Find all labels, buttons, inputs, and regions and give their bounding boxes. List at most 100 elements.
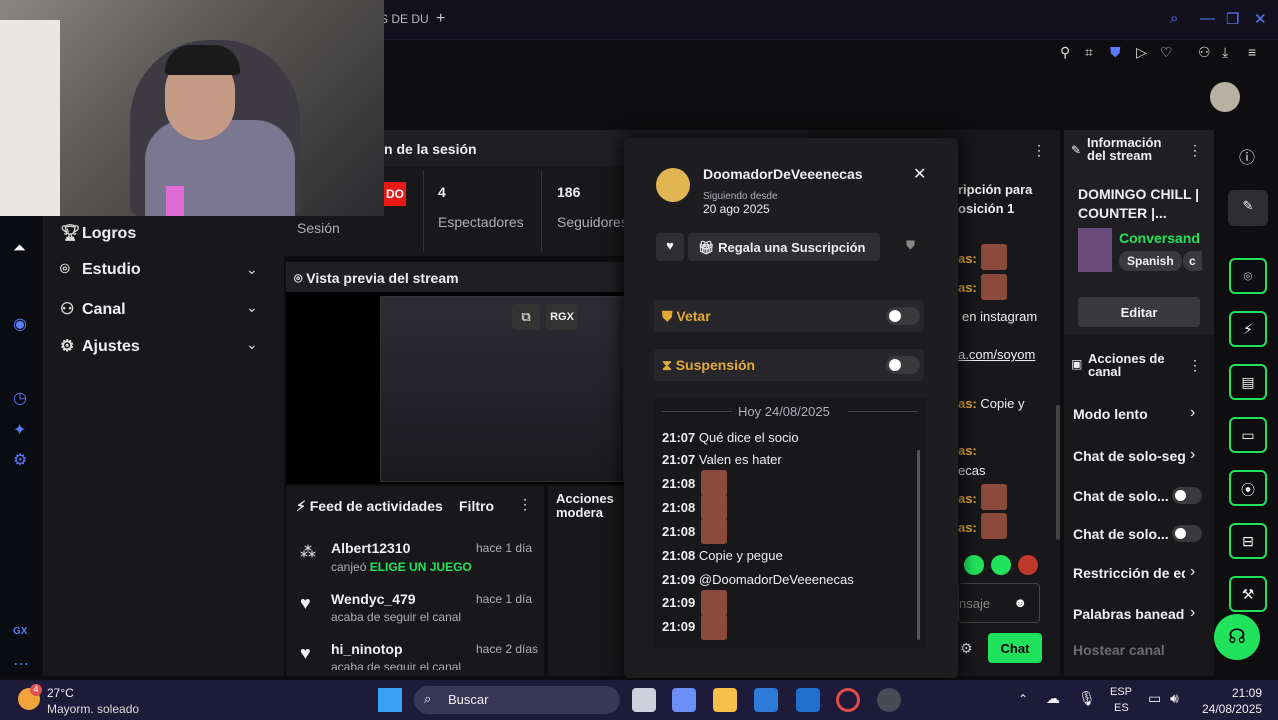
chat-scrollbar[interactable] (1056, 405, 1060, 540)
support-icon[interactable]: ☊ (1214, 614, 1260, 660)
category-link[interactable]: Conversando (1119, 230, 1199, 246)
search-icon[interactable]: ⌕ (1170, 10, 1178, 27)
taskview-icon[interactable] (632, 688, 656, 712)
action-restriccion[interactable]: Restricción de ed (1073, 565, 1185, 581)
history-scrollbar[interactable] (917, 450, 920, 640)
triangle-icon[interactable]: ⏶ (13, 240, 26, 258)
chevron-down-icon[interactable]: ⌄ (246, 261, 258, 278)
close-icon[interactable]: ✕ (1254, 10, 1267, 28)
tag[interactable]: Spanish (1119, 251, 1182, 271)
bolt-icon[interactable]: ⚡︎ (1229, 311, 1267, 347)
nav-logros[interactable]: 🏆︎ Logros (60, 223, 136, 243)
pin-icon[interactable]: ⚲ (1060, 44, 1070, 61)
lang-1[interactable]: ESP (1110, 686, 1132, 698)
menu-icon[interactable]: ≡ (1248, 44, 1256, 60)
new-tab-button[interactable]: + (436, 10, 445, 28)
windows-start-icon[interactable] (378, 688, 402, 712)
filter-button[interactable]: Filtro (459, 498, 494, 514)
heart-icon[interactable]: ♡ (1160, 44, 1173, 61)
chevron-right-icon[interactable]: › (1190, 404, 1195, 422)
vetar-toggle[interactable] (886, 307, 920, 325)
chat-bubble-icon[interactable]: ▭ (1229, 417, 1267, 453)
popup-username[interactable]: DoomadorDeVeeenecas (703, 166, 863, 182)
rgx-button[interactable]: RGX (546, 304, 578, 330)
clip-icon[interactable]: ⌾ (1229, 258, 1267, 294)
settings-icon[interactable]: ⚙ (13, 450, 27, 470)
outlook-icon[interactable] (796, 688, 820, 712)
temperature[interactable]: 27°C (47, 686, 74, 700)
copilot-icon[interactable] (672, 688, 696, 712)
emote-icon[interactable] (964, 555, 984, 575)
nav-ajustes[interactable]: ⚙ Ajustes (60, 336, 140, 356)
chevron-up-icon[interactable]: ⌃ (1018, 692, 1028, 706)
solo-toggle-2[interactable] (1172, 525, 1202, 542)
mic-icon[interactable]: 🎙︎ (1078, 690, 1096, 707)
download-icon[interactable]: ⤓ (1222, 44, 1228, 61)
suspension-toggle[interactable] (886, 356, 920, 374)
chevron-right-icon[interactable]: › (1190, 563, 1195, 581)
chevron-down-icon[interactable]: ⌄ (246, 336, 258, 353)
maximize-icon[interactable]: ❐ (1226, 10, 1239, 28)
emote-icon[interactable] (991, 555, 1011, 575)
cloud-icon[interactable]: ☁ (1046, 690, 1060, 707)
follow-heart-icon[interactable]: ♥ (656, 233, 684, 261)
emote-icon[interactable] (1018, 555, 1038, 575)
opera-gx-icon[interactable] (836, 688, 860, 712)
kebab-icon[interactable]: ⋮ (1188, 142, 1202, 159)
clock-time[interactable]: 21:09 (1232, 686, 1262, 700)
profile-icon[interactable]: ⚇ (1198, 44, 1211, 61)
feed-user[interactable]: hi_ninotop (331, 641, 403, 657)
category-image[interactable] (1078, 228, 1112, 272)
feed-user[interactable]: Albert12310 (331, 540, 410, 556)
crop-icon[interactable]: ⌗ (1085, 44, 1093, 61)
gear-icon[interactable]: ⚙ (960, 640, 973, 657)
shield-icon[interactable]: ⛊ (1110, 44, 1121, 61)
kebab-icon[interactable]: ⋮ (518, 496, 532, 513)
chat-link[interactable]: a.com/soyom (958, 347, 1035, 362)
action-solo-seguidores[interactable]: Chat de solo-seg (1073, 448, 1185, 464)
action-hostear[interactable]: Hostear canal (1073, 642, 1165, 658)
chevron-right-icon[interactable]: › (1190, 446, 1195, 464)
more-icon[interactable]: ⋯ (13, 654, 29, 674)
chevron-down-icon[interactable]: ⌄ (246, 299, 258, 316)
raid-icon[interactable]: ⊟ (1229, 523, 1267, 559)
edit-icon[interactable]: ✎ (1228, 190, 1268, 226)
mod-shield-icon[interactable]: ⛊ (906, 238, 915, 253)
volume-icon[interactable]: 🔊︎ (1170, 690, 1179, 707)
edit-button[interactable]: Editar (1078, 297, 1200, 327)
play-icon[interactable]: ▷ (1136, 44, 1147, 61)
folder-icon[interactable] (713, 688, 737, 712)
store-icon[interactable] (754, 688, 778, 712)
broadcast-icon[interactable]: ⦿ (1229, 470, 1267, 506)
popout-icon[interactable]: ⧉ (512, 304, 540, 330)
browser-tab[interactable]: S DE DU (380, 12, 429, 26)
play-circle-icon[interactable]: ◉ (13, 314, 27, 334)
solo-toggle-1[interactable] (1172, 487, 1202, 504)
action-modo-lento[interactable]: Modo lento (1073, 406, 1148, 422)
kebab-icon[interactable]: ⋮ (1188, 357, 1202, 374)
clock-icon[interactable]: ◷ (13, 388, 27, 408)
network-icon[interactable]: ▭ (1148, 690, 1161, 707)
avatar[interactable] (1210, 82, 1240, 112)
nav-estudio[interactable]: ⌾ Estudio (60, 261, 141, 279)
kebab-icon[interactable]: ⋮ (1032, 142, 1046, 159)
divider (541, 170, 542, 252)
puzzle-icon[interactable]: ✦ (13, 420, 26, 440)
nav-canal[interactable]: ⚇ Canal (60, 299, 126, 319)
info-icon[interactable]: ⓘ (1239, 144, 1255, 168)
gift-sub-button[interactable]: 🎁︎ Regala una Suscripción (688, 233, 880, 261)
tag[interactable]: c (1183, 251, 1202, 271)
wrench-icon[interactable]: ⚒ (1229, 576, 1267, 612)
minimize-icon[interactable]: — (1200, 10, 1215, 27)
action-palabras-baneadas[interactable]: Palabras baneadı (1073, 606, 1185, 622)
close-icon[interactable]: ✕ (913, 164, 926, 184)
chat-send-button[interactable]: Chat (988, 633, 1042, 663)
obs-icon[interactable] (877, 688, 901, 712)
chevron-right-icon[interactable]: › (1190, 604, 1195, 622)
feed-user[interactable]: Wendyc_479 (331, 591, 416, 607)
notes-icon[interactable]: ▤ (1229, 364, 1267, 400)
smiley-icon[interactable]: ☻ (1013, 595, 1027, 610)
taskbar-search[interactable]: ⌕ Buscar (414, 686, 620, 714)
history-message: 21:09 @DoomadorDeVeeenecas (662, 572, 854, 587)
chat-input[interactable]: nsaje ☻ (958, 583, 1040, 623)
